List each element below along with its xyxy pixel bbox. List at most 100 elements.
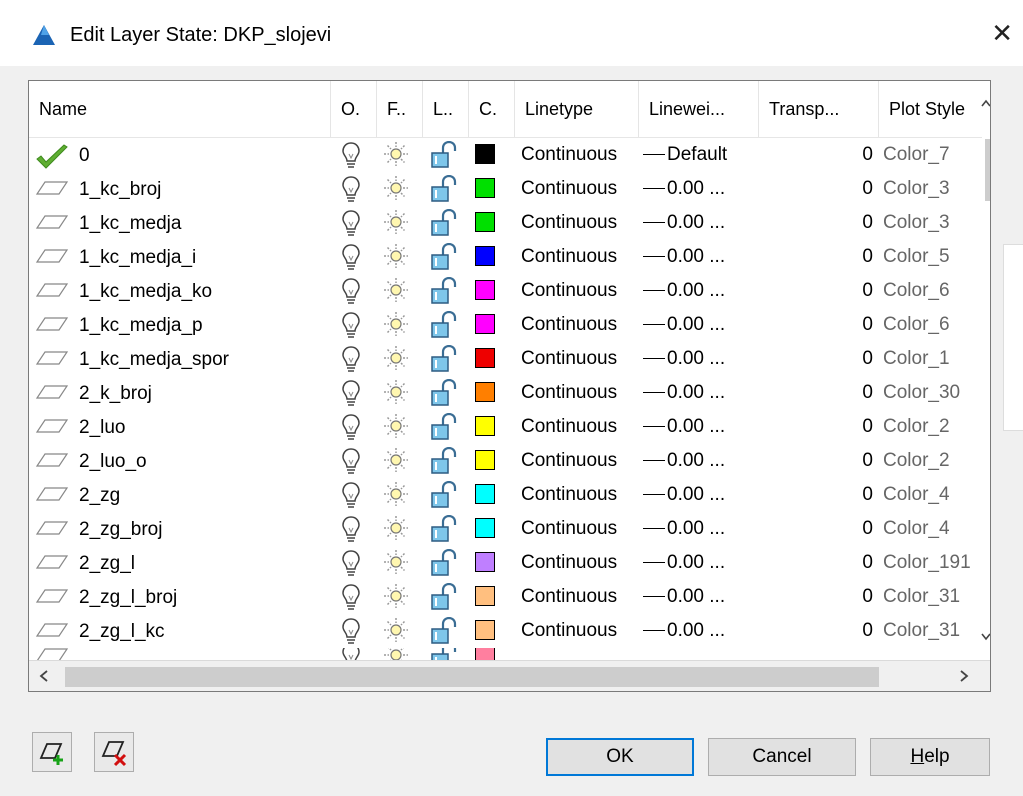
on-toggle[interactable] <box>331 138 377 172</box>
linetype-cell[interactable]: Continuous <box>515 314 639 336</box>
column-header-plot-style[interactable]: Plot Style <box>879 81 982 137</box>
on-toggle[interactable] <box>331 206 377 240</box>
lock-toggle[interactable] <box>423 138 469 172</box>
freeze-toggle[interactable] <box>377 308 423 342</box>
transparency-cell[interactable]: 0 <box>759 212 879 234</box>
freeze-toggle[interactable] <box>377 580 423 614</box>
layer-row[interactable]: 2_zg_broj Continuous 0.00 ... 0 Color_4 <box>29 512 982 546</box>
column-header-color[interactable]: C. <box>469 81 515 137</box>
transparency-cell[interactable]: 0 <box>759 552 879 574</box>
lineweight-cell[interactable]: 0.00 ... <box>639 314 759 336</box>
lock-toggle[interactable] <box>423 376 469 410</box>
freeze-toggle[interactable] <box>377 444 423 478</box>
lineweight-cell[interactable]: 0.00 ... <box>639 518 759 540</box>
lock-toggle[interactable] <box>423 444 469 478</box>
freeze-toggle[interactable] <box>377 206 423 240</box>
transparency-cell[interactable]: 0 <box>759 450 879 472</box>
lock-toggle[interactable] <box>423 410 469 444</box>
lock-toggle[interactable] <box>423 478 469 512</box>
horizontal-scroll-thumb[interactable] <box>65 667 879 687</box>
on-toggle[interactable] <box>331 444 377 478</box>
color-cell[interactable] <box>469 478 515 512</box>
linetype-cell[interactable]: Continuous <box>515 620 639 642</box>
layer-row[interactable]: 0 Continuous Default 0 Color_7 <box>29 138 982 172</box>
linetype-cell[interactable]: Continuous <box>515 586 639 608</box>
horizontal-scrollbar[interactable] <box>29 660 990 691</box>
layer-row[interactable]: 2_k_broj Continuous 0.00 ... 0 Color_30 <box>29 376 982 410</box>
on-toggle[interactable] <box>331 614 377 648</box>
linetype-cell[interactable]: Continuous <box>515 450 639 472</box>
layer-row[interactable]: 1_kc_broj Continuous 0.00 ... 0 Color_3 <box>29 172 982 206</box>
linetype-cell[interactable]: Continuous <box>515 416 639 438</box>
linetype-cell[interactable]: Continuous <box>515 212 639 234</box>
linetype-cell[interactable]: Continuous <box>515 144 639 166</box>
on-toggle[interactable] <box>331 172 377 206</box>
color-cell[interactable] <box>469 546 515 580</box>
column-header-on[interactable]: O. <box>331 81 377 137</box>
transparency-cell[interactable]: 0 <box>759 314 879 336</box>
transparency-cell[interactable]: 0 <box>759 484 879 506</box>
lock-toggle[interactable] <box>423 240 469 274</box>
lineweight-cell[interactable]: 0.00 ... <box>639 178 759 200</box>
color-cell[interactable] <box>469 410 515 444</box>
freeze-toggle[interactable] <box>377 240 423 274</box>
lineweight-cell[interactable]: 0.00 ... <box>639 348 759 370</box>
linetype-cell[interactable]: Continuous <box>515 246 639 268</box>
column-header-freeze[interactable]: F.. <box>377 81 423 137</box>
on-toggle[interactable] <box>331 478 377 512</box>
layer-row[interactable]: 2_luo_o Continuous 0.00 ... 0 Color_2 <box>29 444 982 478</box>
lock-toggle[interactable] <box>423 512 469 546</box>
freeze-toggle[interactable] <box>377 410 423 444</box>
on-toggle[interactable] <box>331 240 377 274</box>
on-toggle[interactable] <box>331 410 377 444</box>
color-cell[interactable] <box>469 206 515 240</box>
linetype-cell[interactable]: Continuous <box>515 382 639 404</box>
help-button[interactable]: Help <box>870 738 990 776</box>
color-cell[interactable] <box>469 614 515 648</box>
column-header-lock[interactable]: L.. <box>423 81 469 137</box>
layer-row[interactable]: 1_kc_medja_ko Continuous 0.00 ... 0 Color_6 <box>29 274 982 308</box>
column-header-linetype[interactable]: Linetype <box>515 81 639 137</box>
cancel-button[interactable]: Cancel <box>708 738 856 776</box>
linetype-cell[interactable]: Continuous <box>515 552 639 574</box>
scroll-left-icon[interactable] <box>39 670 49 682</box>
transparency-cell[interactable]: 0 <box>759 144 879 166</box>
transparency-cell[interactable]: 0 <box>759 620 879 642</box>
freeze-toggle[interactable] <box>377 512 423 546</box>
linetype-cell[interactable]: Continuous <box>515 348 639 370</box>
on-toggle[interactable] <box>331 512 377 546</box>
layer-row[interactable]: 2_zg_l_kc Continuous 0.00 ... 0 Color_31 <box>29 614 982 648</box>
lineweight-cell[interactable]: 0.00 ... <box>639 484 759 506</box>
on-toggle[interactable] <box>331 580 377 614</box>
freeze-toggle[interactable] <box>377 172 423 206</box>
layer-row[interactable]: 2_zg Continuous 0.00 ... 0 Color_4 <box>29 478 982 512</box>
lock-toggle[interactable] <box>423 614 469 648</box>
ok-button[interactable]: OK <box>546 738 694 776</box>
on-toggle[interactable] <box>331 274 377 308</box>
lock-toggle[interactable] <box>423 546 469 580</box>
lineweight-cell[interactable]: 0.00 ... <box>639 450 759 472</box>
linetype-cell[interactable]: Continuous <box>515 178 639 200</box>
transparency-cell[interactable]: 0 <box>759 280 879 302</box>
freeze-toggle[interactable] <box>377 342 423 376</box>
on-toggle[interactable] <box>331 546 377 580</box>
color-cell[interactable] <box>469 512 515 546</box>
close-icon[interactable]: ✕ <box>991 18 1013 49</box>
transparency-cell[interactable]: 0 <box>759 348 879 370</box>
freeze-toggle[interactable] <box>377 614 423 648</box>
transparency-cell[interactable]: 0 <box>759 178 879 200</box>
lock-toggle[interactable] <box>423 580 469 614</box>
layer-row[interactable]: 1_kc_medja_p Continuous 0.00 ... 0 Color_6 <box>29 308 982 342</box>
color-cell[interactable] <box>469 342 515 376</box>
column-header-transparency[interactable]: Transp... <box>759 81 879 137</box>
lock-toggle[interactable] <box>423 342 469 376</box>
on-toggle[interactable] <box>331 308 377 342</box>
lineweight-cell[interactable]: 0.00 ... <box>639 620 759 642</box>
freeze-toggle[interactable] <box>377 376 423 410</box>
layer-row[interactable]: 1_kc_medja_i Continuous 0.00 ... 0 Color_5 <box>29 240 982 274</box>
vertical-scroll-thumb[interactable] <box>985 139 990 201</box>
lock-toggle[interactable] <box>423 172 469 206</box>
column-header-name[interactable]: Name <box>29 81 331 137</box>
color-cell[interactable] <box>469 240 515 274</box>
lineweight-cell[interactable]: 0.00 ... <box>639 280 759 302</box>
